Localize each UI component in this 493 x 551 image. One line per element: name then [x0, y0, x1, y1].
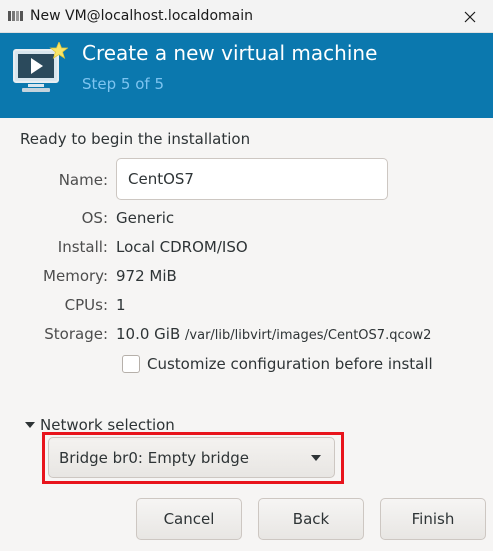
cpus-label: CPUs: — [64, 296, 108, 314]
chevron-down-icon — [311, 455, 321, 461]
network-source-value: Bridge br0: Empty bridge — [59, 448, 249, 467]
network-selection-label: Network selection — [40, 416, 175, 434]
window-title: New VM@localhost.localdomain — [30, 8, 253, 24]
window-titlebar: New VM@localhost.localdomain — [0, 0, 493, 33]
network-selection-expander[interactable]: Network selection — [24, 416, 175, 434]
wizard-header: Create a new virtual machine Step 5 of 5 — [0, 33, 493, 118]
cancel-button[interactable]: Cancel — [136, 498, 242, 540]
install-value: Local CDROM/ISO — [116, 238, 248, 256]
storage-size: 10.0 GiB — [116, 325, 181, 343]
os-value: Generic — [116, 209, 175, 227]
install-label: Install: — [57, 238, 108, 256]
storage-path: /var/lib/libvirt/images/CentOS7.qcow2 — [185, 328, 432, 343]
storage-value: 10.0 GiB /var/lib/libvirt/images/CentOS7… — [116, 325, 431, 343]
memory-label: Memory: — [43, 267, 108, 285]
triangle-down-icon — [25, 422, 35, 428]
cpus-value: 1 — [116, 296, 126, 314]
customize-checkbox[interactable]: Customize configuration before install — [122, 355, 433, 373]
monitor-play-icon — [13, 42, 68, 92]
finish-button[interactable]: Finish — [380, 498, 486, 540]
close-icon — [464, 11, 476, 22]
wizard-step: Step 5 of 5 — [82, 75, 165, 93]
wizard-title: Create a new virtual machine — [82, 41, 378, 65]
close-button[interactable] — [447, 0, 493, 33]
os-label: OS: — [81, 209, 108, 227]
summary-heading: Ready to begin the installation — [20, 130, 251, 148]
memory-value: 972 MiB — [116, 267, 177, 285]
network-source-dropdown[interactable]: Bridge br0: Empty bridge — [48, 437, 335, 478]
storage-label: Storage: — [44, 325, 108, 343]
customize-label: Customize configuration before install — [147, 355, 433, 373]
checkbox-box[interactable] — [122, 355, 140, 373]
name-label: Name: — [58, 171, 108, 189]
vm-name-field[interactable] — [116, 158, 388, 200]
back-button[interactable]: Back — [258, 498, 364, 540]
virt-manager-icon — [8, 11, 23, 21]
summary-panel: Ready to begin the installation Name: OS… — [0, 118, 493, 551]
